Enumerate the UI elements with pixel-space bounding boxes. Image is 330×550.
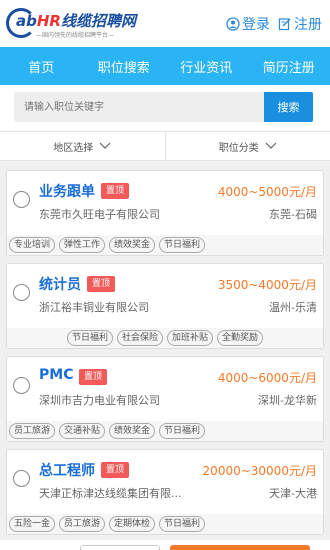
benefit-tag: 员工旅游	[59, 516, 106, 532]
benefit-tag: 绩效奖金	[109, 423, 156, 439]
header: abHR线缆招聘网 —国内领先的线缆招聘平台— 登录 注册	[0, 0, 330, 47]
benefit-tag: 专业培训	[9, 237, 56, 253]
category-filter-label: 职位分类	[218, 142, 259, 154]
logo-brand-name: 线缆招聘网	[60, 12, 136, 30]
company-name[interactable]: 浙江裕丰铜业有限公司	[39, 299, 149, 315]
chevron-down-icon	[99, 142, 111, 149]
bottom-action-bar	[0, 540, 330, 550]
pinned-badge: 置顶	[87, 276, 116, 292]
region-filter[interactable]: 地区选择	[0, 132, 165, 160]
job-salary: 20000~30000元/月	[202, 464, 317, 478]
search-button[interactable]: 搜索	[264, 92, 313, 122]
region-filter-label: 地区选择	[53, 142, 94, 154]
benefit-tag: 定期体检	[109, 516, 156, 532]
benefit-tags: 员工旅游 交通补贴 绩效奖金 节日福利	[7, 421, 323, 441]
benefit-tag: 交通补贴	[59, 423, 106, 439]
header-links: 登录 注册	[226, 14, 322, 34]
benefit-tag: 节日福利	[159, 516, 206, 532]
select-radio[interactable]	[13, 377, 30, 394]
nav-home[interactable]: 首页	[0, 47, 83, 85]
login-link[interactable]: 登录	[226, 14, 270, 34]
select-radio[interactable]	[13, 191, 30, 208]
main-nav: 首页 职位搜索 行业资讯 简历注册	[0, 47, 330, 85]
apply-button[interactable]	[170, 545, 310, 550]
search-input[interactable]	[14, 92, 264, 122]
benefit-tag: 五险一金	[9, 516, 56, 532]
company-name[interactable]: 深圳市吉力电业有限公司	[39, 392, 160, 408]
job-location: 温州-乐清	[269, 301, 317, 314]
site-logo[interactable]: abHR线缆招聘网 —国内领先的线缆招聘平台—	[6, 6, 136, 42]
register-label: 注册	[294, 17, 322, 33]
benefit-tag: 绩效奖金	[109, 237, 156, 253]
search-bar: 搜索	[0, 85, 330, 131]
user-icon	[226, 17, 240, 31]
benefit-tags: 节日福利 社会保险 加班补贴 全勤奖励	[7, 328, 323, 348]
logo-brand-hr: HR	[36, 12, 61, 30]
login-label: 登录	[242, 17, 270, 33]
benefit-tag: 节日福利	[159, 237, 206, 253]
logo-brand: abHR线缆招聘网	[16, 10, 136, 31]
edit-icon	[278, 18, 291, 31]
pinned-badge: 置顶	[101, 462, 130, 478]
nav-job-search[interactable]: 职位搜索	[83, 47, 166, 85]
job-salary: 4000~6000元/月	[217, 371, 317, 385]
benefit-tag: 员工旅游	[9, 423, 56, 439]
category-filter[interactable]: 职位分类	[164, 132, 330, 160]
job-location: 深圳-龙华新	[258, 394, 317, 407]
job-location: 东莞-石碣	[269, 208, 317, 221]
nav-resume-register[interactable]: 简历注册	[248, 47, 330, 85]
job-card[interactable]: PMC 置顶 4000~6000元/月 深圳市吉力电业有限公司 深圳-龙华新 员…	[6, 356, 324, 442]
filter-bar: 地区选择 职位分类	[0, 131, 330, 161]
select-radio[interactable]	[13, 470, 30, 487]
benefit-tags: 专业培训 弹性工作 绩效奖金 节日福利	[7, 235, 323, 255]
job-title[interactable]: PMC	[39, 367, 73, 383]
benefit-tag: 节日福利	[159, 423, 206, 439]
logo-tagline: —国内领先的线缆招聘平台—	[36, 32, 115, 39]
benefit-tag: 节日福利	[67, 330, 114, 346]
job-title[interactable]: 统计员	[39, 274, 81, 294]
pinned-badge: 置顶	[101, 183, 130, 199]
chevron-down-icon	[265, 142, 277, 149]
job-salary: 4000~5000元/月	[217, 185, 317, 199]
job-card[interactable]: 统计员 置顶 3500~4000元/月 浙江裕丰铜业有限公司 温州-乐清 节日福…	[6, 263, 324, 349]
benefit-tag: 加班补贴	[167, 330, 214, 346]
job-location: 天津-大港	[269, 487, 317, 500]
select-radio[interactable]	[13, 284, 30, 301]
job-card[interactable]: 业务跟单 置顶 4000~5000元/月 东莞市久旺电子有限公司 东莞-石碣 专…	[6, 170, 324, 256]
nav-industry-news[interactable]: 行业资讯	[165, 47, 248, 85]
benefit-tag: 全勤奖励	[217, 330, 264, 346]
pinned-badge: 置顶	[79, 369, 108, 385]
benefit-tags: 五险一金 员工旅游 定期体检 节日福利	[7, 514, 323, 534]
benefit-tag: 社会保险	[117, 330, 164, 346]
select-all-button[interactable]	[80, 545, 160, 550]
company-name[interactable]: 天津正标津达线缆集团有限...	[39, 485, 182, 501]
register-link[interactable]: 注册	[278, 14, 322, 34]
benefit-tag: 弹性工作	[59, 237, 106, 253]
logo-brand-prefix: ab	[16, 12, 37, 30]
job-title[interactable]: 总工程师	[39, 460, 95, 480]
job-title[interactable]: 业务跟单	[39, 181, 95, 201]
job-card[interactable]: 总工程师 置顶 20000~30000元/月 天津正标津达线缆集团有限... 天…	[6, 449, 324, 535]
job-salary: 3500~4000元/月	[217, 278, 317, 292]
company-name[interactable]: 东莞市久旺电子有限公司	[39, 206, 160, 222]
